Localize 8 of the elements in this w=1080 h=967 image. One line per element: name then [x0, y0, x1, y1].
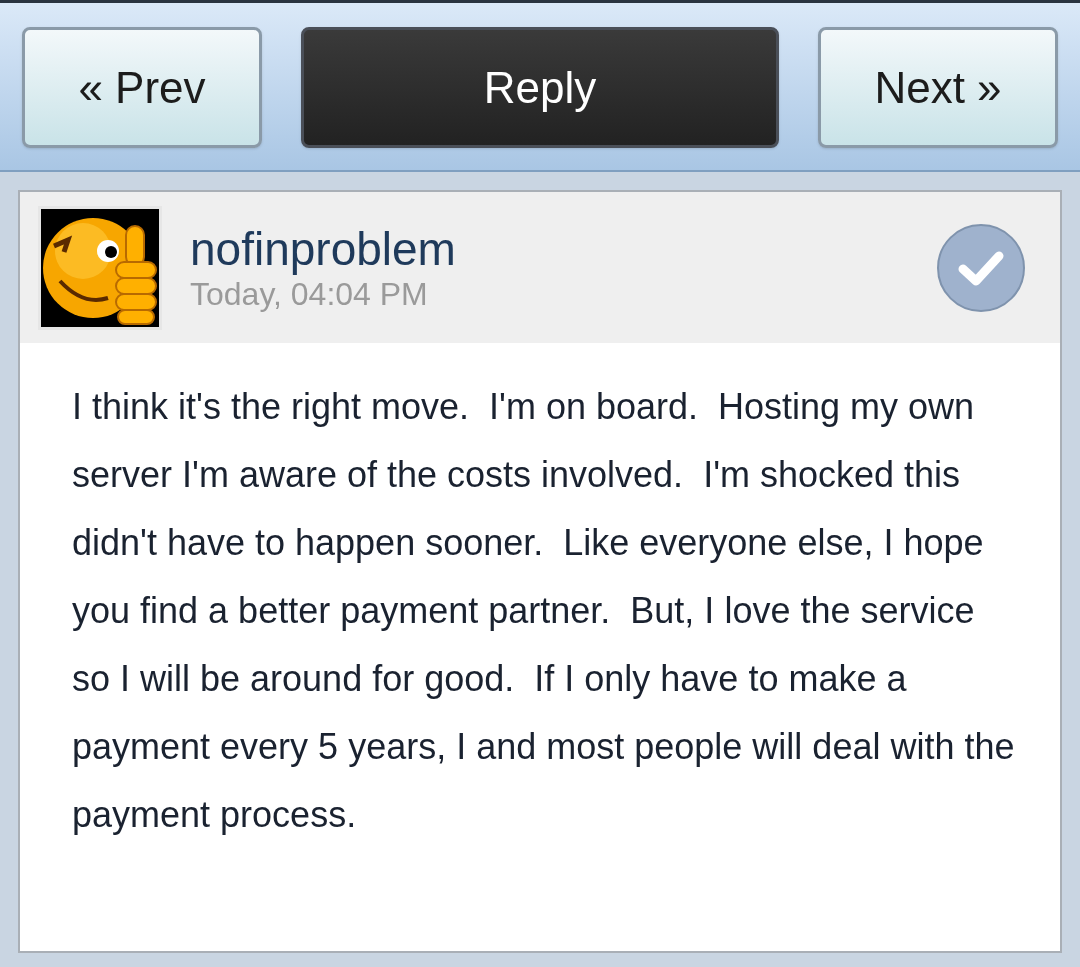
nav-button[interactable]: Next » — [818, 27, 1058, 148]
reply-button[interactable]: Reply — [301, 27, 779, 148]
checkmark-icon[interactable] — [936, 222, 1026, 313]
post-time: Today, 04:04 PM — [190, 275, 429, 313]
author-name[interactable]: nofinproblem — [190, 222, 936, 275]
avatar-icon — [38, 205, 162, 330]
post-body: I think it's the right move. I'm on board. Hosting my own server I'm aware of the costs involved. I'm shocked this didn't have to happen sooner. Like everyone else, I hope you find a better payment partner. But, I love the service so I will be around for good. If I only have to make a payment every 5 years, I and most people will deal with the payment process. — [71, 385, 1016, 837]
nav-button[interactable]: « Prev — [22, 27, 262, 148]
